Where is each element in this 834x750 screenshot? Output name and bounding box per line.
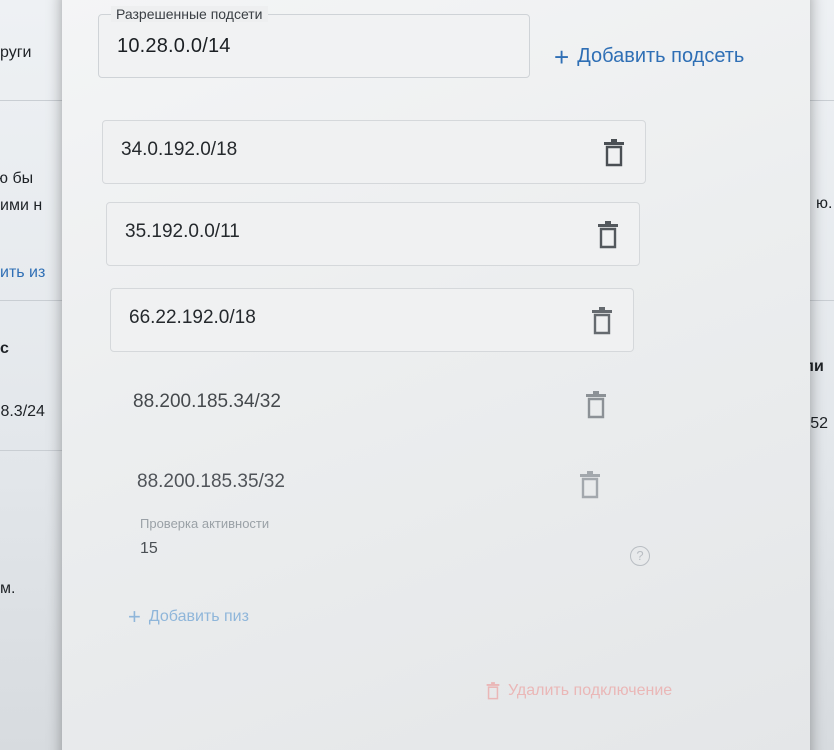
allowed-subnets-label: Разрешенные подсети <box>111 6 268 22</box>
subnet-value: 88.200.185.34/32 <box>133 391 281 412</box>
allowed-subnets-field[interactable]: Разрешенные подсети 10.28.0.0/14 <box>98 6 530 78</box>
subnet-row: 66.22.192.0/18 <box>110 288 634 352</box>
subnet-value: 88.200.185.35/32 <box>137 471 285 492</box>
allowed-subnets-input[interactable]: 10.28.0.0/14 <box>117 35 231 58</box>
add-peer-button[interactable]: + Добавить пиз <box>128 604 249 629</box>
delete-connection-label: Удалить подключение <box>508 682 673 699</box>
add-subnet-label: Добавить подсеть <box>577 45 745 67</box>
bg-fragment: ю бы <box>0 170 34 187</box>
bg-fragment: м. <box>0 580 16 597</box>
trash-icon[interactable] <box>579 471 601 499</box>
bg-divider <box>810 300 834 301</box>
bg-fragment: с <box>0 340 9 357</box>
subnet-row: 88.200.185.34/32 <box>114 372 628 436</box>
bg-divider <box>0 300 62 301</box>
bg-fragment: ими н <box>0 197 43 214</box>
add-peer-label: Добавить пиз <box>148 608 249 625</box>
subnet-row: 88.200.185.35/32 <box>118 452 622 516</box>
bg-fragment: ю. <box>816 195 833 212</box>
keepalive-label: Проверка активности <box>140 516 270 531</box>
keepalive-input[interactable]: 15 <box>140 540 158 558</box>
trash-icon[interactable] <box>585 391 607 419</box>
add-subnet-button[interactable]: + Добавить подсеть <box>554 41 745 72</box>
connection-settings-dialog: Разрешенные подсети 10.28.0.0/14 + Добав… <box>62 0 810 750</box>
bg-fragment: руги <box>0 44 32 61</box>
subnet-value: 34.0.192.0/18 <box>121 139 238 160</box>
plus-icon: + <box>554 41 570 72</box>
subnet-value: 66.22.192.0/18 <box>129 307 256 328</box>
bg-divider <box>0 450 62 451</box>
question-icon[interactable]: ? <box>630 546 650 566</box>
subnet-row: 34.0.192.0/18 <box>102 120 646 184</box>
subnet-row: 35.192.0.0/11 <box>106 202 640 266</box>
plus-icon: + <box>128 604 141 629</box>
trash-icon <box>486 682 500 700</box>
bg-divider <box>810 100 834 101</box>
trash-icon[interactable] <box>591 307 613 335</box>
bg-divider <box>0 100 62 101</box>
trash-icon[interactable] <box>603 139 625 167</box>
bg-fragment: .8.3/24 <box>0 403 45 420</box>
trash-icon[interactable] <box>597 221 619 249</box>
bg-link-fragment[interactable]: ить из <box>0 264 45 282</box>
subnet-value: 35.192.0.0/11 <box>125 221 240 242</box>
delete-connection-button[interactable]: Удалить подключение <box>486 682 672 700</box>
